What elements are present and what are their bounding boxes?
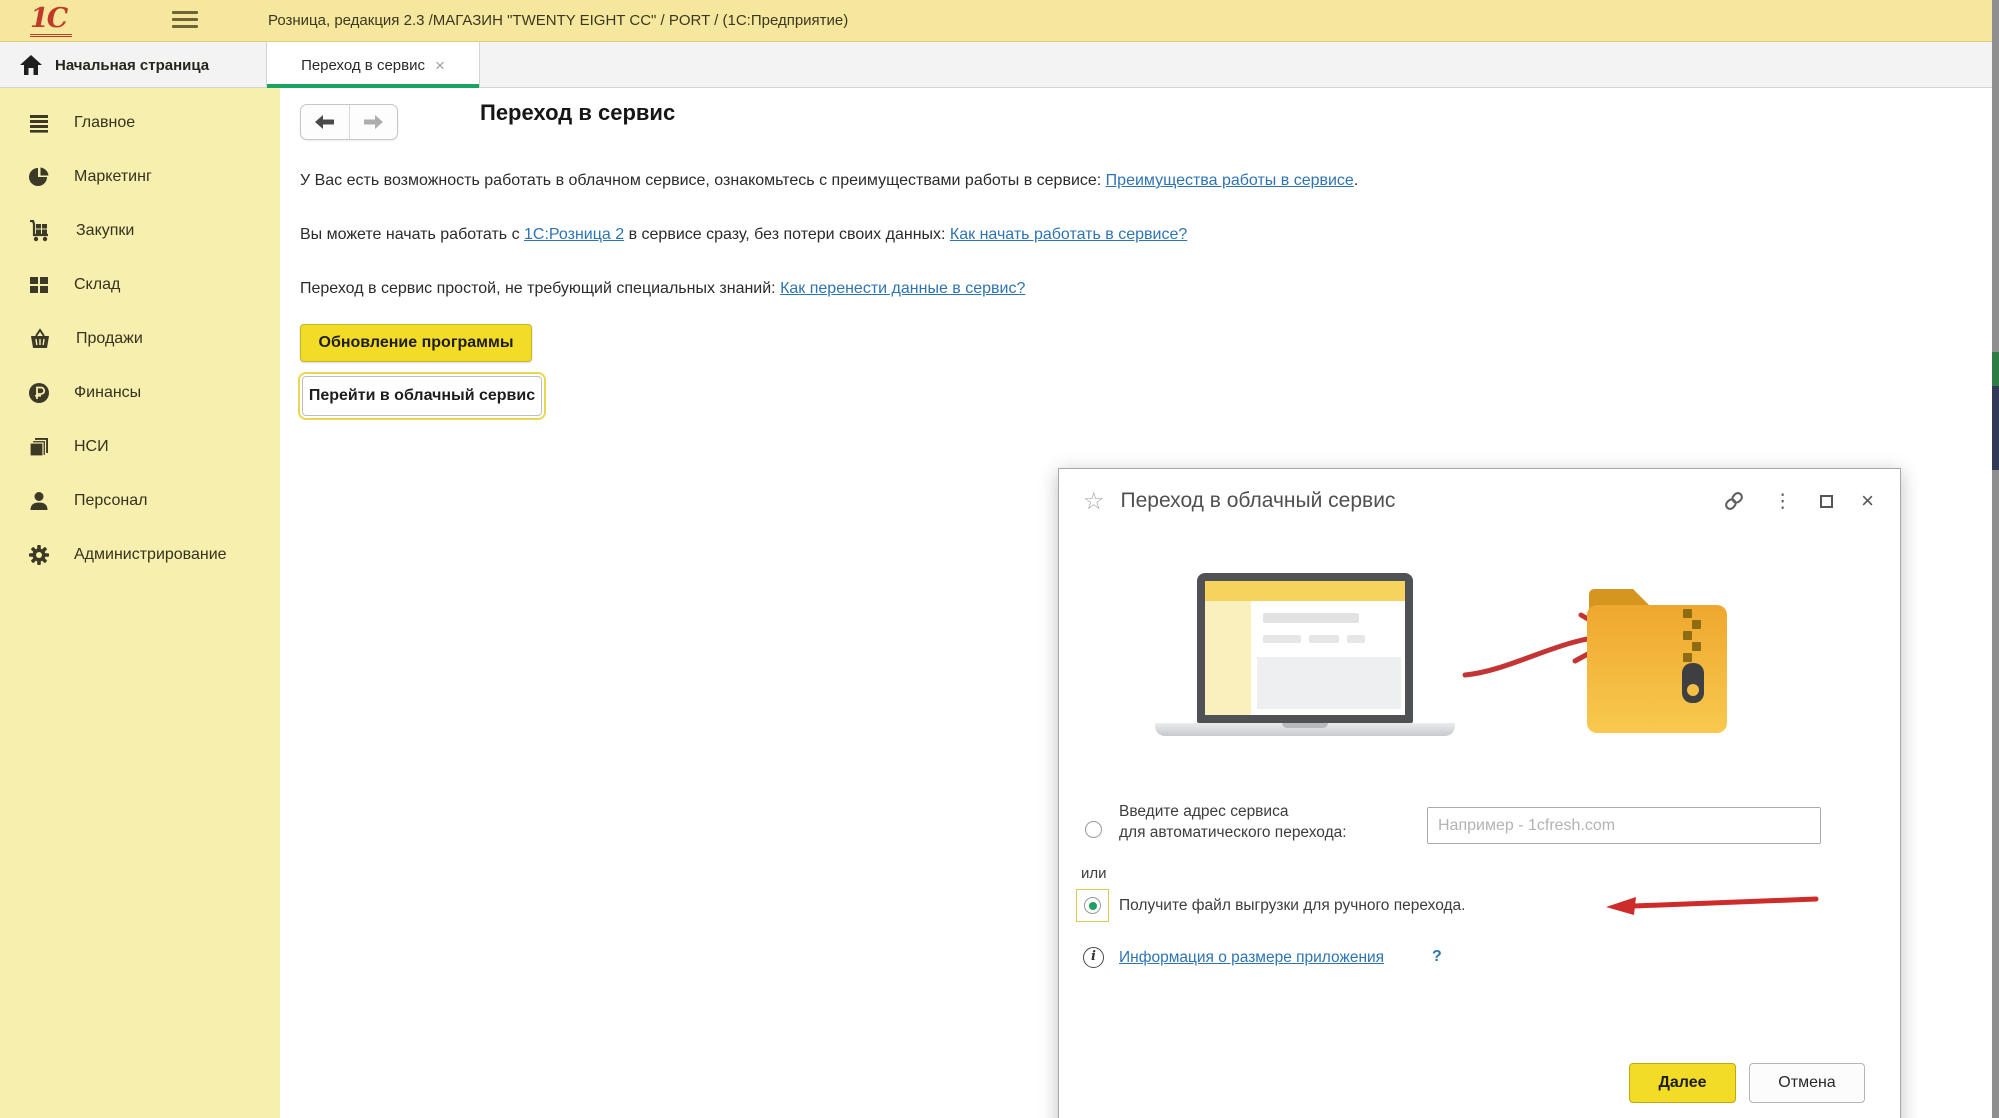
sidebar-label: Главное xyxy=(74,114,135,132)
sidebar-item-nsi[interactable]: НСИ xyxy=(0,420,280,474)
pages-icon xyxy=(28,436,50,458)
tab-transition-to-service[interactable]: Переход в сервис × xyxy=(266,42,480,88)
pie-chart-icon xyxy=(28,166,50,188)
radio-focus-box xyxy=(1076,889,1109,922)
app-size-info-link[interactable]: Информация о размере приложения xyxy=(1119,949,1384,967)
transfer-text-pre: Переход в сервис простой, не требующий с… xyxy=(300,280,780,297)
back-button[interactable] xyxy=(301,105,350,139)
cart-icon xyxy=(28,220,52,242)
retail2-link[interactable]: 1С:Розница 2 xyxy=(524,226,624,243)
sidebar-item-warehouse[interactable]: Склад xyxy=(0,258,280,312)
title-bar: 1С Розница, редакция 2.3 /МАГАЗИН "TWENT… xyxy=(0,0,1999,42)
tab-bar: Начальная страница Переход в сервис × xyxy=(0,42,1999,88)
sidebar-label: Персонал xyxy=(74,492,147,510)
person-icon xyxy=(28,490,50,512)
cancel-button[interactable]: Отмена xyxy=(1749,1063,1865,1103)
how-to-start-link[interactable]: Как начать работать в сервисе? xyxy=(950,226,1187,243)
sidebar-label: Финансы xyxy=(74,384,141,402)
transfer-paragraph: Переход в сервис простой, не требующий с… xyxy=(300,280,1025,298)
menu-lines-icon xyxy=(28,112,50,134)
radio-selected-dot xyxy=(1089,902,1097,910)
get-link-icon[interactable] xyxy=(1723,490,1745,512)
radio-manual-label: Получите файл выгрузки для ручного перех… xyxy=(1119,897,1465,915)
ruble-icon xyxy=(28,382,50,404)
sidebar-label: Маркетинг xyxy=(74,168,152,186)
sidebar-item-sales[interactable]: Продажи xyxy=(0,312,280,366)
gear-icon xyxy=(28,544,50,566)
intro-paragraph: У Вас есть возможность работать в облачн… xyxy=(300,172,1358,190)
back-arrow-icon xyxy=(315,115,335,129)
edge-navy-segment xyxy=(1992,386,1999,470)
laptop-illustration xyxy=(1155,573,1455,736)
sidebar-label: НСИ xyxy=(74,438,109,456)
radio-manual-export[interactable] xyxy=(1084,897,1101,914)
tab-active-label: Переход в сервис xyxy=(301,57,425,74)
tab-close-icon[interactable]: × xyxy=(435,57,445,74)
window-title: Розница, редакция 2.3 /МАГАЗИН "TWENTY E… xyxy=(268,0,848,42)
next-button[interactable]: Далее xyxy=(1629,1063,1736,1103)
radio-auto-transition[interactable] xyxy=(1085,821,1102,838)
start-text-pre: Вы можете начать работать с xyxy=(300,226,524,243)
forward-button[interactable] xyxy=(350,105,398,139)
sidebar-item-administration[interactable]: Администрирование xyxy=(0,528,280,582)
start-paragraph: Вы можете начать работать с 1С:Розница 2… xyxy=(300,226,1187,244)
home-icon xyxy=(20,55,42,75)
sidebar-label: Закупки xyxy=(76,222,134,240)
info-icon: i xyxy=(1083,947,1104,968)
service-benefits-link[interactable]: Преимущества работы в сервисе xyxy=(1106,172,1354,189)
forward-arrow-icon xyxy=(363,115,383,129)
active-tab-indicator xyxy=(267,84,479,88)
red-annotation-arrow xyxy=(1604,893,1822,917)
more-menu-icon[interactable]: ⋮ xyxy=(1773,490,1792,512)
dialog-toolbar: ⋮ × xyxy=(1723,490,1874,512)
sidebar-label: Склад xyxy=(74,276,120,294)
intro-period: . xyxy=(1354,172,1358,189)
1c-logo: 1С xyxy=(30,4,72,37)
favorite-star-icon[interactable]: ☆ xyxy=(1083,487,1105,515)
go-to-cloud-button[interactable]: Перейти в облачный сервис xyxy=(302,376,542,416)
zip-folder-icon xyxy=(1579,575,1735,743)
intro-text: У Вас есть возможность работать в облачн… xyxy=(300,172,1106,189)
close-dialog-icon[interactable]: × xyxy=(1861,491,1874,511)
how-to-transfer-link[interactable]: Как перенести данные в сервис? xyxy=(780,280,1025,297)
dialog-title: Переход в облачный сервис xyxy=(1121,489,1724,513)
update-program-button[interactable]: Обновление программы xyxy=(300,324,532,362)
start-text-mid: в сервисе сразу, без потери своих данных… xyxy=(624,226,950,243)
sidebar-item-purchasing[interactable]: Закупки xyxy=(0,204,280,258)
sidebar-item-personnel[interactable]: Персонал xyxy=(0,474,280,528)
tab-home-page[interactable]: Начальная страница xyxy=(0,42,266,88)
dialog-header: ☆ Переход в облачный сервис ⋮ × xyxy=(1059,469,1900,533)
app-window: 1С Розница, редакция 2.3 /МАГАЗИН "TWENT… xyxy=(0,0,1999,1118)
radio-auto-label: Введите адрес сервиса для автоматическог… xyxy=(1119,801,1347,843)
service-address-input[interactable] xyxy=(1427,807,1821,844)
sidebar-label: Администрирование xyxy=(74,546,227,564)
section-sidebar: Главное Маркетинг Закупки Склад xyxy=(0,88,280,1118)
grid-icon xyxy=(28,274,50,296)
screen-edge-strip xyxy=(1992,0,1999,1118)
cloud-transition-dialog: ☆ Переход в облачный сервис ⋮ × xyxy=(1058,468,1901,1118)
page-title: Переход в сервис xyxy=(480,100,675,126)
basket-icon xyxy=(28,328,52,350)
tab-home-label: Начальная страница xyxy=(55,57,209,74)
help-question-icon[interactable]: ? xyxy=(1432,948,1442,966)
sidebar-item-main[interactable]: Главное xyxy=(0,96,280,150)
main-menu-icon[interactable] xyxy=(172,11,198,31)
edge-green-segment xyxy=(1992,352,1999,386)
history-nav xyxy=(300,104,398,140)
sidebar-item-finance[interactable]: Финансы xyxy=(0,366,280,420)
or-label: или xyxy=(1081,865,1107,882)
sidebar-item-marketing[interactable]: Маркетинг xyxy=(0,150,280,204)
sidebar-label: Продажи xyxy=(76,330,143,348)
maximize-icon[interactable] xyxy=(1820,495,1833,508)
